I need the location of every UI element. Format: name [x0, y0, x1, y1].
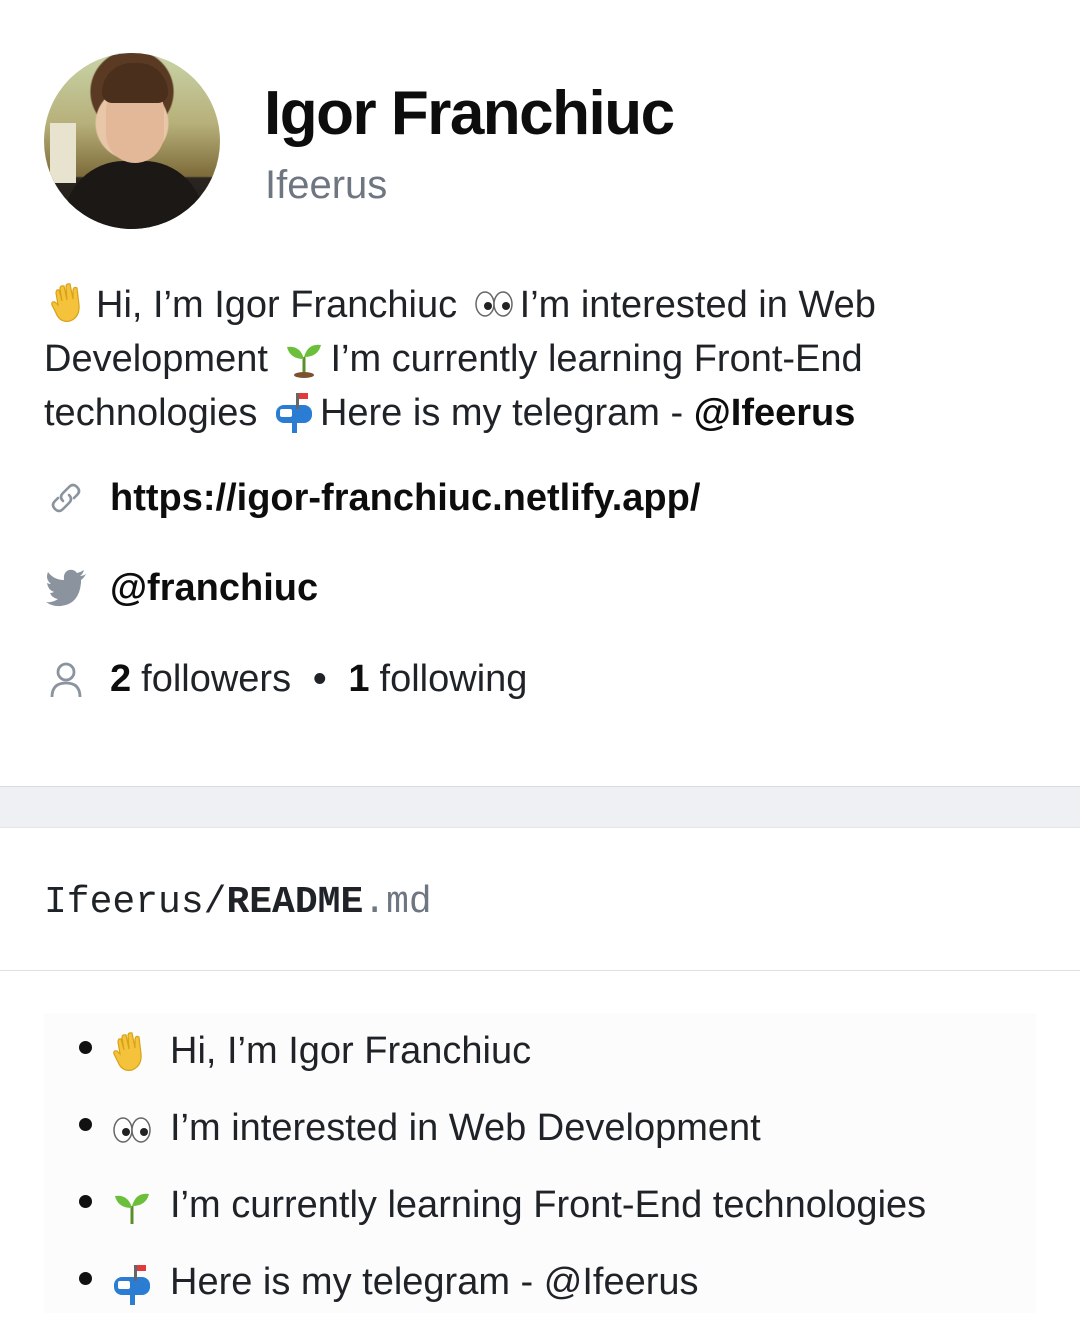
website-row[interactable]: https://igor-franchiuc.netlify.app/	[44, 476, 700, 520]
following-count[interactable]: 1	[348, 658, 369, 701]
list-item-text: I’m interested in Web Development	[170, 1107, 761, 1149]
website-link[interactable]: https://igor-franchiuc.netlify.app/	[110, 477, 700, 520]
twitter-link[interactable]: @franchiuc	[110, 567, 318, 610]
followers-label[interactable]: followers	[141, 658, 291, 701]
follow-stats: 2 followers • 1 following	[44, 657, 527, 701]
seedling-emoji	[287, 344, 322, 378]
section-divider	[0, 786, 1080, 828]
readme-content: Hi, I’m Igor Franchiuc I’m interested in…	[44, 1013, 1036, 1313]
list-item-text: Hi, I’m Igor Franchiuc	[170, 1030, 532, 1072]
list-item: Here is my telegram - @Ifeerus	[44, 1244, 1036, 1321]
following-label[interactable]: following	[380, 658, 528, 701]
eyes-emoji	[474, 291, 513, 317]
mailbox-emoji	[275, 393, 312, 433]
list-item: I’m currently learning Front-End technol…	[44, 1167, 1036, 1244]
seedling-emoji	[115, 1193, 149, 1224]
avatar[interactable]	[44, 53, 220, 229]
readme-owner: Ifeerus/	[44, 881, 227, 924]
readme-list: Hi, I’m Igor Franchiuc I’m interested in…	[44, 1013, 1036, 1321]
bio-part1: Hi, I’m Igor Franchiuc	[96, 284, 458, 326]
list-item: I’m interested in Web Development	[44, 1090, 1036, 1167]
followers-count[interactable]: 2	[110, 658, 131, 701]
list-item-text: I’m currently learning Front-End technol…	[170, 1184, 927, 1226]
profile-bio: Hi, I’m Igor Franchiuc I’m interested in…	[44, 278, 1044, 440]
readme-title[interactable]: Ifeerus/README.md	[44, 881, 432, 924]
readme-header: Ifeerus/README.md	[0, 829, 1080, 971]
waving-hand-emoji	[51, 283, 80, 322]
person-icon	[44, 657, 88, 701]
profile-card: Igor Franchiuc Ifeerus Hi, I’m Igor Fran…	[0, 0, 1080, 786]
waving-hand-emoji	[113, 1031, 142, 1071]
link-icon	[44, 476, 88, 520]
profile-login: Ifeerus	[265, 163, 388, 207]
readme-ext: .md	[363, 881, 432, 924]
list-item-text: Here is my telegram - @Ifeerus	[170, 1261, 699, 1303]
twitter-bird-icon	[44, 566, 88, 610]
readme-file: README	[226, 881, 364, 924]
eyes-emoji	[113, 1116, 151, 1143]
profile-name: Igor Franchiuc	[264, 79, 675, 148]
mailbox-emoji	[114, 1264, 150, 1305]
bio-part4: Here is my telegram -	[319, 392, 684, 434]
separator-dot: •	[313, 657, 327, 700]
twitter-row[interactable]: @franchiuc	[44, 566, 318, 610]
telegram-handle[interactable]: @Ifeerus	[694, 392, 856, 434]
list-item: Hi, I’m Igor Franchiuc	[44, 1013, 1036, 1090]
